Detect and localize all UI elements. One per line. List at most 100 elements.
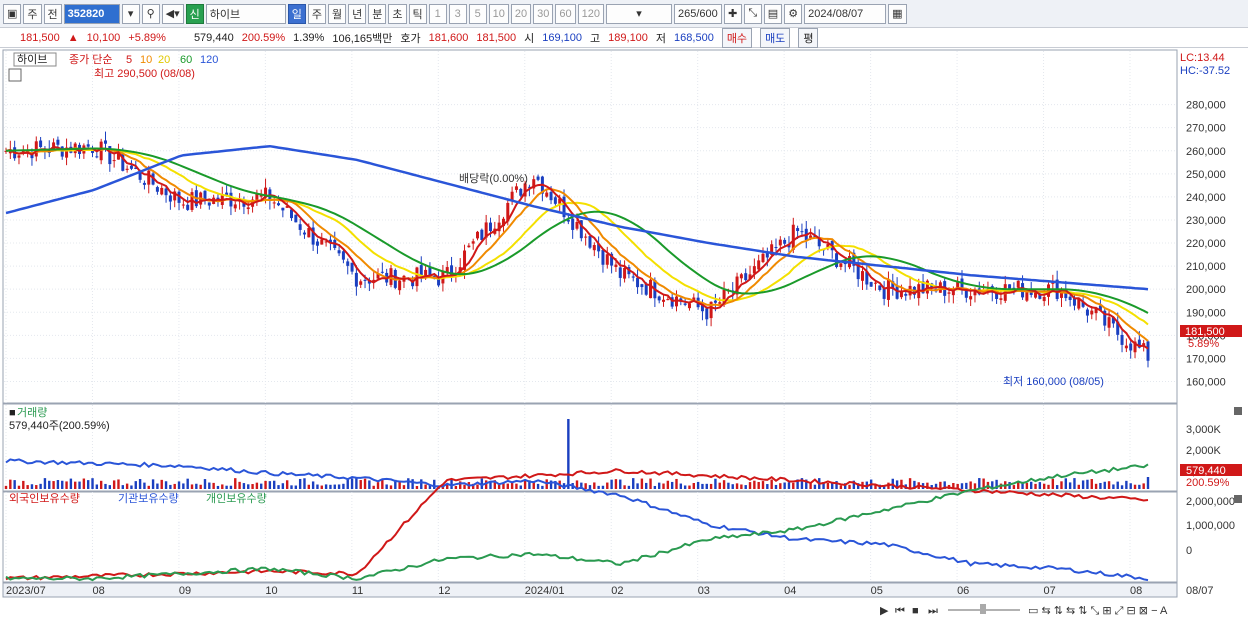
candle-body — [272, 202, 276, 204]
interval-3[interactable]: 3 — [448, 3, 467, 24]
volume-close-icon[interactable] — [1234, 407, 1242, 415]
volume-bar — [143, 482, 146, 489]
stop-icon[interactable]: ■ — [912, 605, 919, 617]
period-month[interactable]: 월 — [328, 3, 347, 24]
period-week[interactable]: 주 — [307, 3, 327, 24]
hold-tick-0: 0 — [1186, 545, 1192, 557]
volume-bar — [48, 480, 51, 489]
interval-20[interactable]: 20 — [510, 3, 532, 24]
candle-body — [718, 302, 722, 304]
volume-bar — [285, 480, 289, 489]
volume-bar — [645, 482, 648, 489]
zoom-slider-thumb[interactable] — [980, 604, 986, 614]
volume-bar — [117, 479, 120, 489]
volume-bar — [623, 485, 626, 489]
price-change-pct: +5.89% — [128, 31, 166, 44]
volume-bar — [515, 483, 518, 489]
x-axis-label: 12 — [438, 585, 450, 597]
volume-bar — [415, 485, 419, 489]
volume-bar — [731, 484, 734, 489]
sound-icon[interactable]: ◀▾ — [161, 3, 184, 24]
sell-button[interactable]: 매도 — [760, 27, 791, 48]
chart-area[interactable]: 하이브 종가 단순 5 10 20 60 120 최고 290,500 (08/… — [0, 48, 1248, 621]
interval-10[interactable]: 10 — [488, 3, 509, 24]
period-day[interactable]: 일 — [287, 3, 306, 24]
volume-bar — [670, 481, 674, 489]
volume-bar — [1025, 483, 1029, 489]
candle-body — [882, 288, 886, 299]
volume-bar — [134, 481, 137, 489]
scroll-controls[interactable]: ▶ ⏮ ■ ⏭ ▭ ⇆ ⇅ ⇆ ⇅ ⤡ ⊞ ⤢ ⊟ ⊠ − A — [880, 604, 1168, 617]
table-icon[interactable] — [8, 68, 22, 82]
hold-tick-2m: 2,000,000 — [1186, 496, 1235, 508]
scroll-right-icon[interactable]: ▶ — [880, 605, 889, 617]
interval-60[interactable]: 60 — [555, 3, 576, 24]
volume-bar — [290, 485, 293, 489]
volume-bar — [125, 483, 129, 489]
price-y-tick: 200,000 — [1186, 284, 1226, 296]
draw-icon[interactable]: ⤡ — [743, 3, 762, 24]
scroll-first-icon[interactable]: ⏮ — [895, 605, 905, 617]
prev-button[interactable]: 전 — [43, 3, 62, 24]
volume-bar — [761, 481, 765, 489]
volume-bar — [272, 480, 276, 489]
ma120-label: 120 — [200, 54, 218, 66]
volume-bar — [523, 480, 527, 489]
date-input[interactable]: 2024/08/07 — [804, 3, 887, 24]
candle-body — [1146, 341, 1150, 361]
volume-bar — [532, 482, 535, 489]
stock-code-input[interactable]: 352820 — [63, 3, 120, 24]
candle-body — [657, 296, 661, 301]
ma20-label: 20 — [158, 54, 170, 66]
volume-bar — [130, 485, 133, 489]
volume-bar — [264, 480, 267, 489]
save-icon[interactable]: ▤ — [763, 3, 783, 24]
volume-panel-title: 거래량 — [17, 406, 47, 419]
search-icon[interactable]: ⚲ — [141, 3, 160, 24]
volume-bar — [104, 483, 107, 489]
x-axis-label: 2023/07 — [6, 585, 46, 597]
price-y-tick: 160,000 — [1186, 376, 1226, 388]
volume-bar — [151, 479, 155, 489]
volume-bar — [203, 479, 207, 489]
candle-body — [39, 140, 43, 148]
chart-tools-icons[interactable]: ▭ ⇆ ⇅ ⇆ ⇅ ⤡ ⊞ ⤢ ⊟ ⊠ − A — [1028, 605, 1168, 617]
volume-bar — [13, 480, 16, 489]
vol-last-text: 579,440 — [1186, 465, 1226, 477]
layout-icon[interactable]: ▣ — [3, 3, 22, 24]
tools-icon[interactable]: ✚ — [723, 3, 742, 24]
candle-body — [17, 155, 21, 158]
volume-bar — [722, 480, 726, 489]
volume-bar — [238, 481, 241, 489]
interval-120[interactable]: 120 — [577, 3, 604, 24]
candle-body — [999, 298, 1003, 300]
volume-bar — [402, 485, 406, 489]
volume-bar — [657, 482, 661, 489]
dropdown-icon[interactable]: ▾ — [121, 3, 140, 24]
interval-input[interactable]: ▾ — [606, 3, 672, 24]
volume-bar — [666, 480, 670, 489]
volume-bar — [251, 484, 254, 489]
volume-bar — [748, 482, 752, 489]
interval-1[interactable]: 1 — [428, 3, 447, 24]
candle-body — [341, 251, 345, 260]
volume-bar — [588, 485, 592, 489]
period-second[interactable]: 초 — [388, 3, 407, 24]
calendar-icon[interactable]: ▦ — [888, 3, 907, 24]
gear-icon[interactable]: ⚙ — [784, 3, 803, 24]
stock-chart[interactable]: 하이브 종가 단순 5 10 20 60 120 최고 290,500 (08/… — [0, 48, 1248, 621]
avg-button[interactable]: 평 — [798, 27, 819, 48]
buy-button[interactable]: 매수 — [721, 27, 753, 48]
period-minute[interactable]: 분 — [368, 3, 387, 24]
scroll-last-icon[interactable]: ⏭ — [928, 605, 938, 617]
period-year[interactable]: 년 — [348, 3, 367, 24]
volume-bar — [307, 484, 311, 489]
volume-bar — [294, 485, 298, 489]
interval-30[interactable]: 30 — [533, 3, 554, 24]
low-price: 168,500 — [674, 31, 714, 44]
interval-5[interactable]: 5 — [468, 3, 487, 24]
period-tick[interactable]: 틱 — [408, 3, 427, 24]
type-select[interactable]: 주 — [23, 3, 42, 24]
individual-legend: 개인보유수량 — [206, 492, 267, 505]
holding-close-icon[interactable] — [1234, 495, 1242, 503]
